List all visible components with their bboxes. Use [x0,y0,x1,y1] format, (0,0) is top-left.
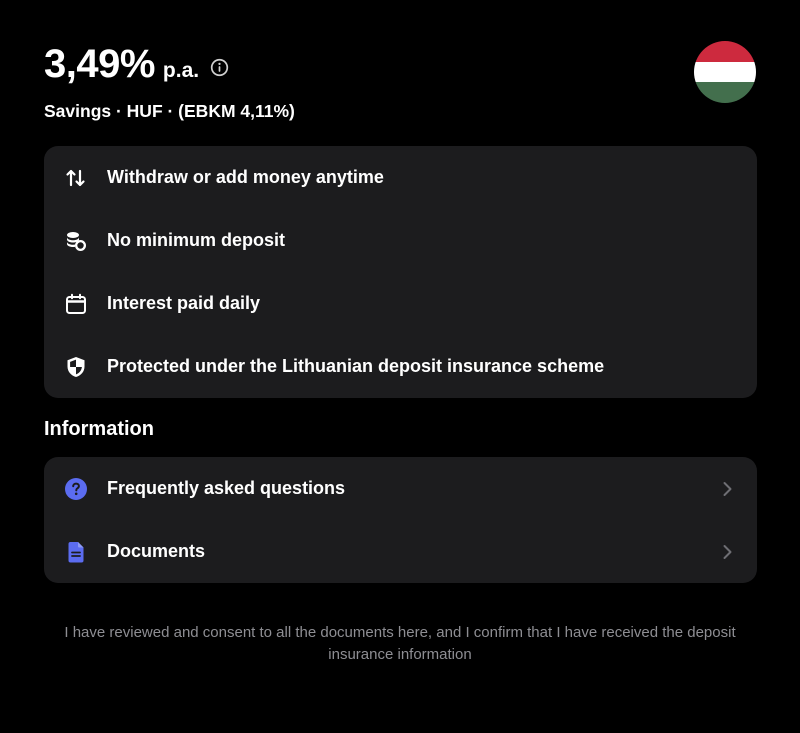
rate-header: 3,49% p.a. Savings · HUF · (EBKM 4,11%) [44,40,756,121]
chevron-right-icon [721,544,733,560]
information-card: Frequently asked questions Documents [44,457,757,583]
consent-disclaimer: I have reviewed and consent to all the d… [64,624,736,663]
documents-label: Documents [107,541,206,561]
documents-row[interactable]: Documents [44,520,757,583]
feature-label: Interest paid daily [107,293,261,313]
feature-no-minimum: No minimum deposit [44,209,757,272]
hungary-flag-icon [694,41,756,103]
arrows-up-down-icon [64,166,88,190]
rate-line: 3,49% p.a. [44,40,756,88]
interest-rate-value: 3,49% [44,42,155,86]
feature-interest-daily: Interest paid daily [44,272,757,335]
information-section-title: Information [44,418,154,440]
chevron-right-icon [721,481,733,497]
feature-label: No minimum deposit [107,230,286,250]
features-card: Withdraw or add money anytime No minimum… [44,146,757,398]
feature-label: Protected under the Lithuanian deposit i… [107,356,605,376]
feature-withdraw-add: Withdraw or add money anytime [44,146,757,209]
info-icon[interactable] [209,57,229,77]
account-subtitle: Savings · HUF · (EBKM 4,11%) [44,101,295,121]
feature-deposit-insurance: Protected under the Lithuanian deposit i… [44,335,757,398]
shield-icon [64,355,88,379]
feature-label: Withdraw or add money anytime [107,167,384,187]
faq-row[interactable]: Frequently asked questions [44,457,757,520]
faq-label: Frequently asked questions [107,478,346,498]
coins-icon [64,229,88,253]
document-icon [64,540,88,564]
interest-rate-unit: p.a. [162,59,200,82]
question-circle-icon [64,477,88,501]
calendar-icon [64,292,88,316]
